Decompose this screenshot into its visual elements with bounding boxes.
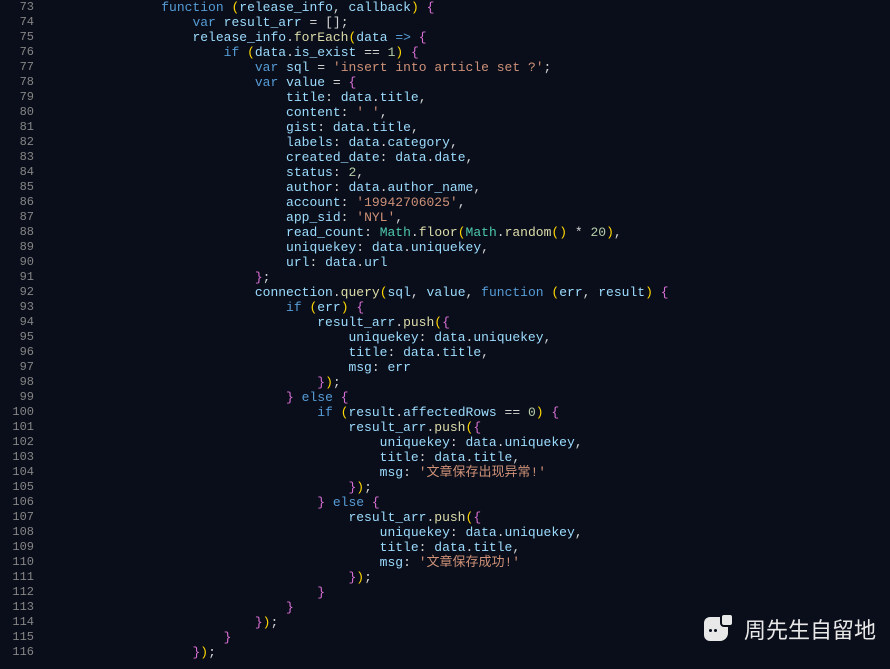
line-number: 112 bbox=[0, 585, 34, 600]
line-number: 85 bbox=[0, 180, 34, 195]
code-line: gist: data.title, bbox=[52, 120, 890, 135]
code-line: var value = { bbox=[52, 75, 890, 90]
line-number: 111 bbox=[0, 570, 34, 585]
line-number: 87 bbox=[0, 210, 34, 225]
line-number: 114 bbox=[0, 615, 34, 630]
watermark-text: 周先生自留地 bbox=[744, 613, 876, 645]
line-number: 91 bbox=[0, 270, 34, 285]
line-number: 101 bbox=[0, 420, 34, 435]
line-number: 100 bbox=[0, 405, 34, 420]
code-line: release_info.forEach(data => { bbox=[52, 30, 890, 45]
code-line: title: data.title, bbox=[52, 90, 890, 105]
line-number: 78 bbox=[0, 75, 34, 90]
code-line: if (data.is_exist == 1) { bbox=[52, 45, 890, 60]
line-number: 90 bbox=[0, 255, 34, 270]
code-line: uniquekey: data.uniquekey, bbox=[52, 330, 890, 345]
code-line: }; bbox=[52, 270, 890, 285]
code-line: uniquekey: data.uniquekey, bbox=[52, 240, 890, 255]
code-line: }); bbox=[52, 570, 890, 585]
line-number-gutter: 7374757677787980818283848586878889909192… bbox=[0, 0, 52, 669]
code-line: result_arr.push({ bbox=[52, 420, 890, 435]
watermark: 周先生自留地 bbox=[700, 611, 876, 647]
line-number: 83 bbox=[0, 150, 34, 165]
line-number: 99 bbox=[0, 390, 34, 405]
code-line: }); bbox=[52, 645, 890, 660]
code-line: msg: '文章保存出现异常!' bbox=[52, 465, 890, 480]
code-line: msg: err bbox=[52, 360, 890, 375]
code-line: }); bbox=[52, 480, 890, 495]
code-line: uniquekey: data.uniquekey, bbox=[52, 525, 890, 540]
line-number: 116 bbox=[0, 645, 34, 660]
line-number: 103 bbox=[0, 450, 34, 465]
line-number: 95 bbox=[0, 330, 34, 345]
line-number: 88 bbox=[0, 225, 34, 240]
line-number: 92 bbox=[0, 285, 34, 300]
code-line: var sql = 'insert into article set ?'; bbox=[52, 60, 890, 75]
code-line: labels: data.category, bbox=[52, 135, 890, 150]
wechat-chat-icon bbox=[700, 611, 736, 647]
line-number: 75 bbox=[0, 30, 34, 45]
code-line: read_count: Math.floor(Math.random() * 2… bbox=[52, 225, 890, 240]
code-editor: 7374757677787980818283848586878889909192… bbox=[0, 0, 890, 669]
code-line: } else { bbox=[52, 390, 890, 405]
line-number: 76 bbox=[0, 45, 34, 60]
line-number: 110 bbox=[0, 555, 34, 570]
line-number: 74 bbox=[0, 15, 34, 30]
code-line: app_sid: 'NYL', bbox=[52, 210, 890, 225]
code-line: msg: '文章保存成功!' bbox=[52, 555, 890, 570]
code-line: function (release_info, callback) { bbox=[52, 0, 890, 15]
line-number: 81 bbox=[0, 120, 34, 135]
line-number: 94 bbox=[0, 315, 34, 330]
line-number: 89 bbox=[0, 240, 34, 255]
line-number: 102 bbox=[0, 435, 34, 450]
code-line: content: ' ', bbox=[52, 105, 890, 120]
code-line: url: data.url bbox=[52, 255, 890, 270]
code-line: created_date: data.date, bbox=[52, 150, 890, 165]
line-number: 115 bbox=[0, 630, 34, 645]
code-line: title: data.title, bbox=[52, 540, 890, 555]
code-line: result_arr.push({ bbox=[52, 510, 890, 525]
line-number: 77 bbox=[0, 60, 34, 75]
line-number: 109 bbox=[0, 540, 34, 555]
line-number: 104 bbox=[0, 465, 34, 480]
code-line: if (err) { bbox=[52, 300, 890, 315]
line-number: 98 bbox=[0, 375, 34, 390]
line-number: 84 bbox=[0, 165, 34, 180]
code-line: title: data.title, bbox=[52, 450, 890, 465]
line-number: 106 bbox=[0, 495, 34, 510]
code-line: title: data.title, bbox=[52, 345, 890, 360]
code-line: account: '19942706025', bbox=[52, 195, 890, 210]
line-number: 73 bbox=[0, 0, 34, 15]
code-line: } bbox=[52, 585, 890, 600]
code-line: }); bbox=[52, 375, 890, 390]
code-line: result_arr.push({ bbox=[52, 315, 890, 330]
line-number: 107 bbox=[0, 510, 34, 525]
code-area[interactable]: function (release_info, callback) { var … bbox=[52, 0, 890, 669]
line-number: 105 bbox=[0, 480, 34, 495]
line-number: 108 bbox=[0, 525, 34, 540]
line-number: 86 bbox=[0, 195, 34, 210]
code-line: uniquekey: data.uniquekey, bbox=[52, 435, 890, 450]
line-number: 113 bbox=[0, 600, 34, 615]
code-line: status: 2, bbox=[52, 165, 890, 180]
code-line: if (result.affectedRows == 0) { bbox=[52, 405, 890, 420]
line-number: 80 bbox=[0, 105, 34, 120]
line-number: 97 bbox=[0, 360, 34, 375]
line-number: 96 bbox=[0, 345, 34, 360]
line-number: 82 bbox=[0, 135, 34, 150]
code-line: connection.query(sql, value, function (e… bbox=[52, 285, 890, 300]
code-line: } else { bbox=[52, 495, 890, 510]
line-number: 93 bbox=[0, 300, 34, 315]
line-number: 79 bbox=[0, 90, 34, 105]
code-line: author: data.author_name, bbox=[52, 180, 890, 195]
code-line: var result_arr = []; bbox=[52, 15, 890, 30]
